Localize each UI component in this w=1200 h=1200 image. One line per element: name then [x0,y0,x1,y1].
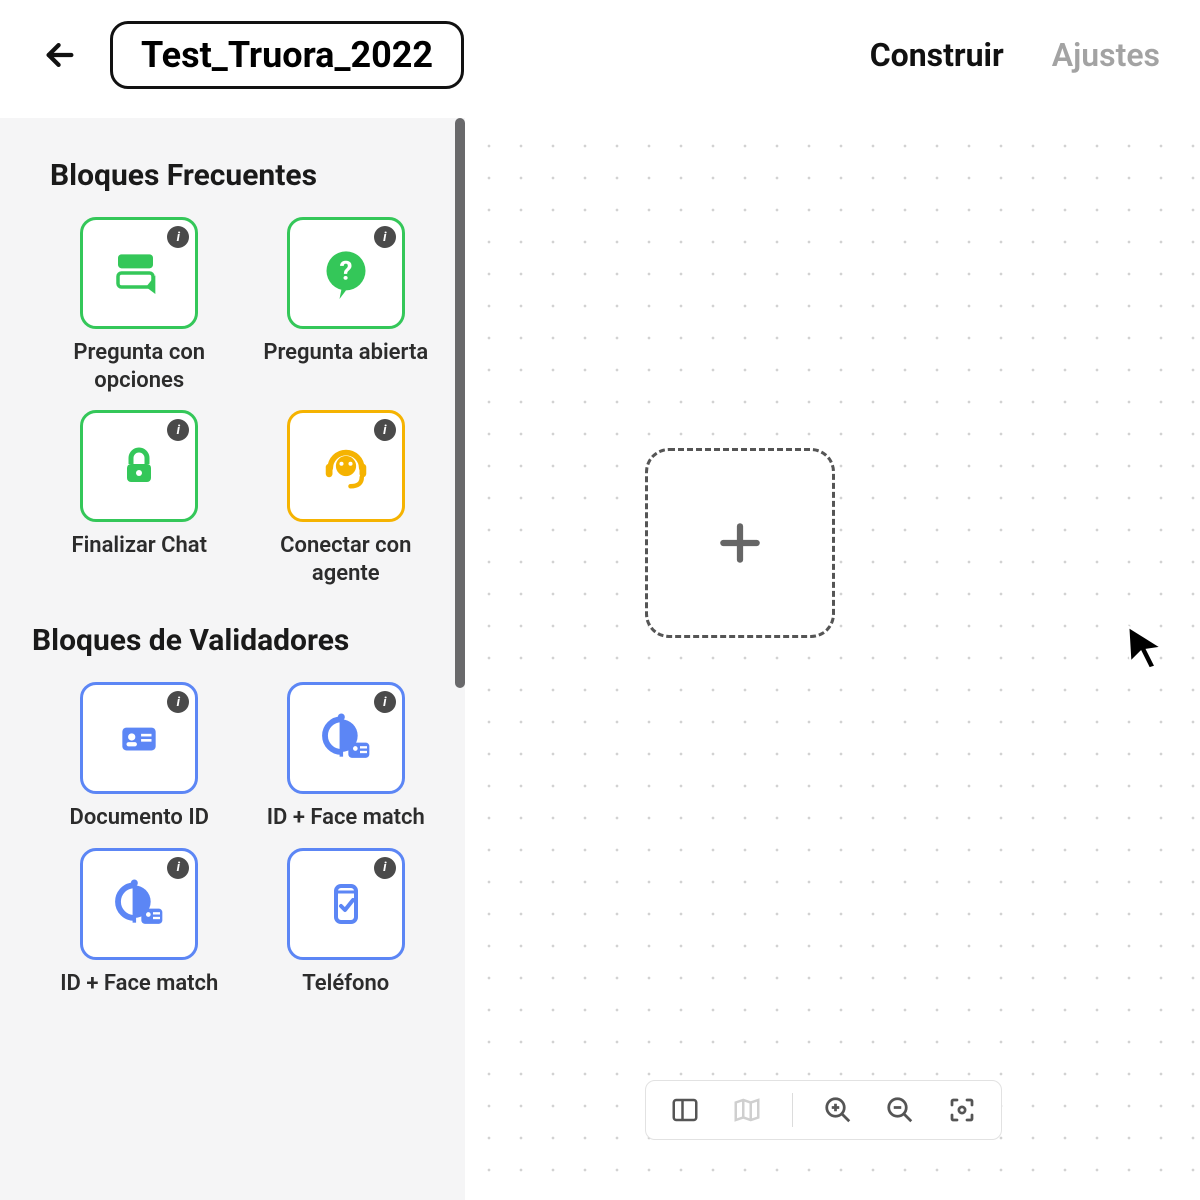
block-label: ID + Face match [60,970,218,998]
block-label: Finalizar Chat [71,532,207,560]
face-id-icon [318,710,374,766]
info-icon[interactable] [167,226,189,248]
lock-icon [115,442,163,490]
sidebar-scrollbar[interactable] [455,118,465,688]
block-question-open[interactable]: ? Pregunta abierta [257,217,436,394]
cursor-icon [1120,618,1170,673]
block-id-face-match-2[interactable]: ID + Face match [50,848,229,998]
blocks-sidebar: Bloques Frecuentes Pregunta con opciones [0,118,465,1200]
map-icon [732,1095,762,1125]
info-icon[interactable] [374,419,396,441]
block-id-face-match[interactable]: ID + Face match [257,682,436,832]
tab-build[interactable]: Construir [870,36,1004,74]
info-icon[interactable] [374,857,396,879]
block-label: ID + Face match [267,804,425,832]
block-connect-agent[interactable]: Conectar con agente [257,410,436,587]
minimap-button[interactable] [730,1093,764,1127]
zoom-in-icon [823,1095,853,1125]
flow-title-input[interactable]: Test_Truora_2022 [110,21,464,89]
fit-view-button[interactable] [945,1093,979,1127]
section-title-frequent: Bloques Frecuentes [50,158,435,193]
header: Test_Truora_2022 Construir Ajustes [0,0,1200,110]
section-title-validators: Bloques de Validadores [32,623,435,658]
zoom-out-icon [885,1095,915,1125]
phone-check-icon [322,880,370,928]
block-label: Documento ID [70,804,209,832]
info-icon[interactable] [374,691,396,713]
zoom-out-button[interactable] [883,1093,917,1127]
block-label: Conectar con agente [261,532,431,587]
flow-canvas[interactable] [465,118,1200,1200]
block-phone[interactable]: Teléfono [257,848,436,998]
block-question-options[interactable]: Pregunta con opciones [50,217,229,394]
add-block-dropzone[interactable] [645,448,835,638]
info-icon[interactable] [167,419,189,441]
info-icon[interactable] [167,857,189,879]
info-icon[interactable] [374,226,396,248]
block-document-id[interactable]: Documento ID [50,682,229,832]
tab-settings[interactable]: Ajustes [1052,36,1160,74]
toolbar-separator [792,1093,793,1127]
block-end-chat[interactable]: Finalizar Chat [50,410,229,587]
block-label: Pregunta con opciones [54,339,224,394]
agent-icon [319,439,373,493]
panel-icon [670,1095,700,1125]
id-card-icon [114,713,164,763]
back-button[interactable] [40,35,80,75]
canvas-toolbar [645,1080,1002,1140]
arrow-left-icon [43,38,77,72]
info-icon[interactable] [167,691,189,713]
plus-icon [715,518,765,568]
zoom-in-button[interactable] [821,1093,855,1127]
block-label: Teléfono [302,970,389,998]
block-label: Pregunta abierta [263,339,428,367]
face-id-icon [111,876,167,932]
question-icon: ? [320,247,372,299]
form-select-icon [111,245,167,301]
svg-text:?: ? [339,257,352,287]
header-tabs: Construir Ajustes [870,36,1160,74]
toggle-sidebar-button[interactable] [668,1093,702,1127]
focus-icon [947,1095,977,1125]
